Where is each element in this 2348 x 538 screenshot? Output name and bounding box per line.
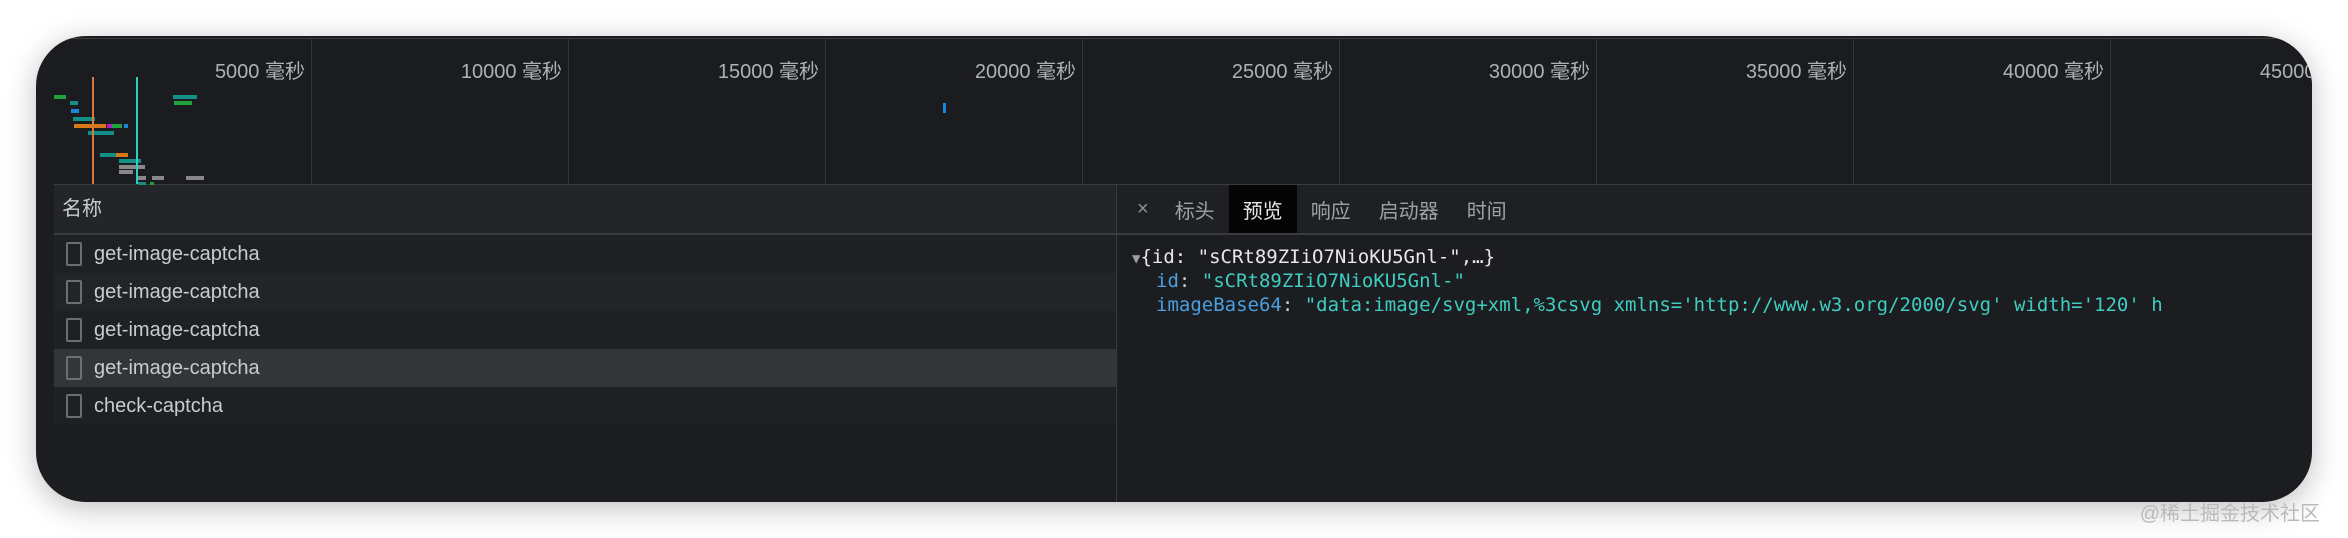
- tick-label: 5000 毫秒: [214, 61, 305, 83]
- document-icon: [66, 280, 82, 304]
- devtools-network-panel: 5000 毫秒 10000 毫秒 15000 毫秒 20000 毫秒 25000 毫秒 3…: [36, 36, 2312, 502]
- timing-marker-line: [92, 77, 94, 184]
- document-icon: [66, 394, 82, 418]
- timeline-tick: 25000 毫秒: [1082, 39, 1340, 184]
- timeline-tick: 40000 毫秒: [1853, 39, 2111, 184]
- timeline-tick: 45000 毫秒: [2110, 39, 2312, 184]
- waterfall-bar: [100, 153, 116, 157]
- json-preview: ▼{id: "sCRt89ZIiO7NioKU5Gnl-",…} id: "sC…: [1117, 235, 2312, 317]
- waterfall-bar: [124, 124, 128, 128]
- close-icon[interactable]: ×: [1117, 185, 1161, 233]
- request-details: × 标头 预览 响应 启动器 时间 ▼{id: "sCRt89ZIiO7NioK…: [1117, 185, 2312, 502]
- tick-label: 40000 毫秒: [2002, 61, 2104, 83]
- request-name: get-image-captcha: [94, 318, 260, 341]
- waterfall-bar: [70, 101, 78, 105]
- document-icon: [66, 242, 82, 266]
- timeline-tick: 35000 毫秒: [1596, 39, 1854, 184]
- name-column-header[interactable]: 名称: [54, 185, 1116, 235]
- details-tabs: × 标头 预览 响应 启动器 时间: [1117, 185, 2312, 235]
- request-row[interactable]: check-captcha: [54, 387, 1116, 425]
- waterfall-bar: [116, 153, 128, 157]
- tick-label: 25000 毫秒: [1231, 61, 1333, 83]
- waterfall-bar: [74, 124, 106, 128]
- request-row[interactable]: get-image-captcha: [54, 311, 1116, 349]
- request-list: 名称 get-image-captcha get-image-captcha get…: [54, 185, 1117, 502]
- waterfall-bar: [943, 103, 946, 113]
- waterfall-bar: [71, 109, 79, 113]
- json-image-row: imageBase64: "data:image/svg+xml,%3csvg …: [1156, 294, 2163, 316]
- network-overview-timeline[interactable]: 5000 毫秒 10000 毫秒 15000 毫秒 20000 毫秒 25000 毫秒 3…: [54, 38, 2312, 186]
- timeline-tick: 10000 毫秒: [311, 39, 569, 184]
- tick-label: 15000 毫秒: [717, 61, 819, 83]
- tick-label: 10000 毫秒: [460, 61, 562, 83]
- waterfall-bar: [174, 101, 192, 105]
- request-row[interactable]: get-image-captcha: [54, 235, 1116, 273]
- tick-label: 35000 毫秒: [1745, 61, 1847, 83]
- request-name: check-captcha: [94, 394, 223, 417]
- waterfall-bar: [119, 170, 133, 174]
- request-name: get-image-captcha: [94, 356, 260, 379]
- tab-timing[interactable]: 时间: [1453, 185, 1521, 233]
- waterfall-bar: [173, 95, 197, 99]
- waterfall-bar: [186, 176, 204, 180]
- timeline-tick: 20000 毫秒: [825, 39, 1083, 184]
- watermark: @稀土掘金技术社区: [2139, 503, 2320, 525]
- tick-label: 30000 毫秒: [1488, 61, 1590, 83]
- timing-marker-line: [136, 77, 138, 184]
- tab-initiator[interactable]: 启动器: [1365, 185, 1453, 233]
- document-icon: [66, 356, 82, 380]
- request-name: get-image-captcha: [94, 280, 260, 303]
- tab-response[interactable]: 响应: [1297, 185, 1365, 233]
- request-row[interactable]: get-image-captcha: [54, 273, 1116, 311]
- waterfall-bar: [112, 124, 122, 128]
- waterfall-bar: [152, 176, 164, 180]
- request-row[interactable]: get-image-captcha: [54, 349, 1116, 387]
- document-icon: [66, 318, 82, 342]
- timeline-tick: 30000 毫秒: [1339, 39, 1597, 184]
- tab-preview[interactable]: 预览: [1228, 185, 1297, 233]
- waterfall-bar: [54, 95, 66, 99]
- json-id-row: id: "sCRt89ZIiO7NioKU5Gnl-": [1156, 270, 1465, 292]
- tab-headers[interactable]: 标头: [1161, 185, 1229, 233]
- timeline-tick: 15000 毫秒: [568, 39, 826, 184]
- tick-label: 20000 毫秒: [974, 61, 1076, 83]
- json-root[interactable]: ▼{id: "sCRt89ZIiO7NioKU5Gnl-",…}: [1132, 245, 2312, 269]
- tick-label: 45000 毫秒: [2259, 61, 2312, 83]
- request-name: get-image-captcha: [94, 242, 260, 265]
- waterfall-bar: [119, 165, 145, 169]
